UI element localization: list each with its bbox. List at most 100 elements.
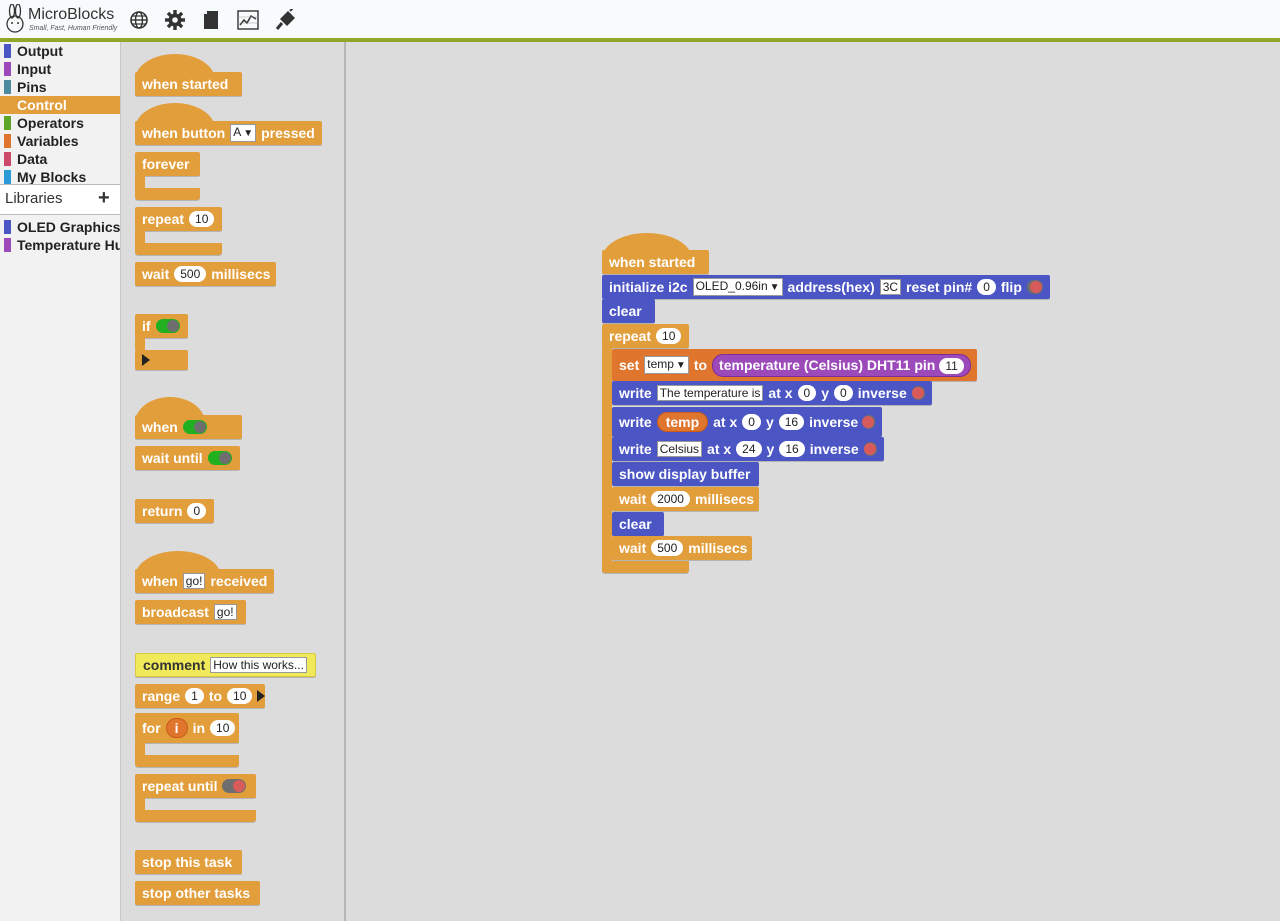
temp-variable-reporter[interactable]: temp bbox=[656, 412, 709, 432]
script-write-block-1[interactable]: write The temperature is at x 0 y 0 inve… bbox=[612, 381, 932, 405]
block-label: clear bbox=[619, 516, 652, 532]
script-clear-block-2[interactable]: clear bbox=[612, 512, 664, 536]
block-label: repeat bbox=[609, 328, 652, 344]
wait-value-input[interactable]: 2000 bbox=[651, 491, 690, 507]
palette-when-started-block[interactable]: when started bbox=[135, 72, 242, 96]
script-clear-block[interactable]: clear bbox=[602, 299, 655, 323]
category-data[interactable]: Data bbox=[0, 150, 120, 168]
message-input[interactable]: go! bbox=[182, 573, 206, 589]
wait-value-input[interactable]: 500 bbox=[651, 540, 684, 556]
palette-when-button-block[interactable]: when button A ▼ pressed bbox=[135, 121, 322, 145]
category-label: Variables bbox=[17, 133, 79, 149]
palette-stop-other-tasks-block[interactable]: stop other tasks bbox=[135, 881, 260, 905]
script-write-block-3[interactable]: write Celsius at x 24 y 16 inverse bbox=[612, 437, 884, 461]
write-text-input[interactable]: Celsius bbox=[656, 441, 703, 457]
pin-input[interactable]: 11 bbox=[939, 357, 964, 374]
script-wait-block-2[interactable]: wait 500 millisecs bbox=[612, 536, 752, 560]
boolean-toggle[interactable] bbox=[222, 779, 247, 793]
block-label: pressed bbox=[261, 125, 315, 141]
boolean-toggle[interactable] bbox=[155, 319, 180, 333]
library-temperature-humidity[interactable]: Temperature Humidity bbox=[0, 236, 120, 254]
block-palette[interactable]: when started when button A ▼ pressed foreve… bbox=[121, 42, 346, 921]
script-show-display-buffer-block[interactable]: show display buffer bbox=[612, 462, 759, 486]
range-from-input[interactable]: 1 bbox=[185, 688, 204, 704]
category-pins[interactable]: Pins bbox=[0, 78, 120, 96]
block-label: flip bbox=[1000, 279, 1022, 295]
dropdown-value: A bbox=[233, 125, 242, 139]
category-label: Control bbox=[17, 97, 67, 113]
block-label: when bbox=[142, 419, 178, 435]
block-label: stop other tasks bbox=[142, 885, 251, 901]
x-input[interactable]: 24 bbox=[736, 441, 762, 457]
app-logo[interactable]: MicroBlocks Small, Fast, Human Friendly bbox=[2, 2, 122, 36]
broadcast-message-input[interactable]: go! bbox=[213, 604, 237, 620]
range-to-input[interactable]: 10 bbox=[227, 688, 253, 704]
palette-repeat-until-block[interactable]: repeat until bbox=[135, 774, 256, 798]
c-block-bottom bbox=[135, 810, 256, 822]
palette-forever-block[interactable]: forever bbox=[135, 152, 200, 176]
category-variables[interactable]: Variables bbox=[0, 132, 120, 150]
palette-stop-this-task-block[interactable]: stop this task bbox=[135, 850, 242, 874]
variable-dropdown[interactable]: temp ▼ bbox=[644, 356, 689, 374]
if-expand-arrow[interactable] bbox=[135, 350, 188, 370]
return-value-input[interactable]: 0 bbox=[187, 503, 207, 519]
palette-comment-block[interactable]: comment How this works... bbox=[135, 653, 316, 677]
temperature-reporter[interactable]: temperature (Celsius) DHT11 pin 11 bbox=[712, 353, 971, 377]
script-wait-block-1[interactable]: wait 2000 millisecs bbox=[612, 487, 759, 511]
script-set-variable-block[interactable]: set temp ▼ to temperature (Celsius) DHT11… bbox=[612, 349, 977, 381]
category-input[interactable]: Input bbox=[0, 60, 120, 78]
globe-icon[interactable] bbox=[127, 8, 151, 32]
x-input[interactable]: 0 bbox=[742, 414, 761, 430]
file-icon[interactable] bbox=[199, 8, 223, 32]
repeat-count-input[interactable]: 10 bbox=[189, 211, 215, 227]
category-output[interactable]: Output bbox=[0, 42, 120, 60]
library-label: OLED Graphics bbox=[17, 219, 120, 235]
palette-repeat-block[interactable]: repeat 10 bbox=[135, 207, 222, 231]
button-dropdown[interactable]: A ▼ bbox=[230, 124, 257, 142]
x-input[interactable]: 0 bbox=[797, 385, 817, 401]
connect-icon[interactable] bbox=[274, 8, 298, 32]
inverse-toggle[interactable] bbox=[862, 415, 875, 429]
category-control[interactable]: Control bbox=[0, 96, 120, 114]
c-block-bottom bbox=[135, 243, 222, 255]
palette-if-block[interactable]: if bbox=[135, 314, 188, 338]
add-library-button[interactable]: + bbox=[98, 187, 110, 210]
palette-broadcast-block[interactable]: broadcast go! bbox=[135, 600, 246, 624]
y-input[interactable]: 16 bbox=[778, 414, 805, 430]
repeat-count-input[interactable]: 10 bbox=[656, 328, 682, 344]
block-label: initialize i2c bbox=[609, 279, 688, 295]
reset-pin-input[interactable]: 0 bbox=[977, 279, 996, 295]
address-input[interactable]: 3C bbox=[879, 279, 902, 295]
for-in-input[interactable]: 10 bbox=[210, 720, 236, 736]
palette-return-block[interactable]: return 0 bbox=[135, 499, 214, 523]
category-operators[interactable]: Operators bbox=[0, 114, 120, 132]
inverse-toggle[interactable] bbox=[911, 386, 925, 400]
comment-text-input[interactable]: How this works... bbox=[210, 657, 307, 673]
block-label: stop this task bbox=[142, 854, 233, 870]
gear-icon[interactable] bbox=[163, 8, 187, 32]
palette-wait-until-block[interactable]: wait until bbox=[135, 446, 240, 470]
device-dropdown[interactable]: OLED_0.96in ▼ bbox=[692, 278, 783, 296]
palette-when-block[interactable]: when bbox=[135, 415, 242, 439]
graph-icon[interactable] bbox=[236, 8, 260, 32]
write-text-input[interactable]: The temperature is bbox=[656, 385, 764, 401]
inverse-toggle[interactable] bbox=[863, 442, 877, 456]
y-input[interactable]: 16 bbox=[779, 441, 805, 457]
palette-when-received-block[interactable]: when go! received bbox=[135, 569, 274, 593]
script-write-block-2[interactable]: write temp at x 0 y 16 inverse bbox=[612, 407, 882, 437]
script-when-started-block[interactable]: when started bbox=[602, 250, 709, 274]
palette-range-block[interactable]: range 1 to 10 bbox=[135, 684, 266, 708]
y-input[interactable]: 0 bbox=[834, 385, 853, 401]
boolean-toggle[interactable] bbox=[182, 420, 207, 434]
flip-toggle[interactable] bbox=[1026, 280, 1043, 294]
palette-wait-block[interactable]: wait 500 millisecs bbox=[135, 262, 276, 286]
library-oled-graphics[interactable]: OLED Graphics bbox=[0, 218, 120, 236]
boolean-toggle[interactable] bbox=[207, 451, 232, 465]
script-repeat-block[interactable]: repeat 10 bbox=[602, 324, 689, 348]
expand-arrow-icon[interactable] bbox=[257, 690, 266, 702]
loop-variable[interactable]: i bbox=[165, 718, 188, 738]
palette-for-block[interactable]: for i in 10 bbox=[135, 713, 239, 743]
script-area[interactable]: when started initialize i2c OLED_0.96in ▼… bbox=[346, 42, 1280, 921]
wait-value-input[interactable]: 500 bbox=[174, 266, 207, 282]
script-initialize-i2c-block[interactable]: initialize i2c OLED_0.96in ▼ address(hex)… bbox=[602, 275, 1050, 299]
